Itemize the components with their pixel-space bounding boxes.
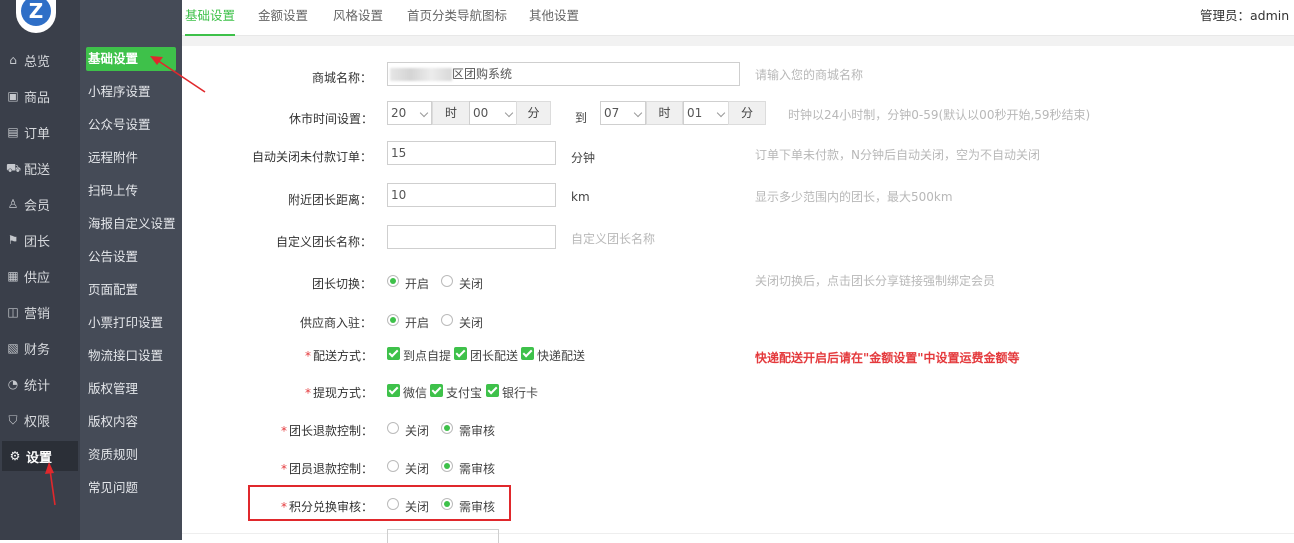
annotation-arrows — [45, 56, 206, 506]
arrow-to-settings-icon — [45, 462, 56, 506]
arrow-to-basic-settings-icon — [150, 56, 206, 93]
